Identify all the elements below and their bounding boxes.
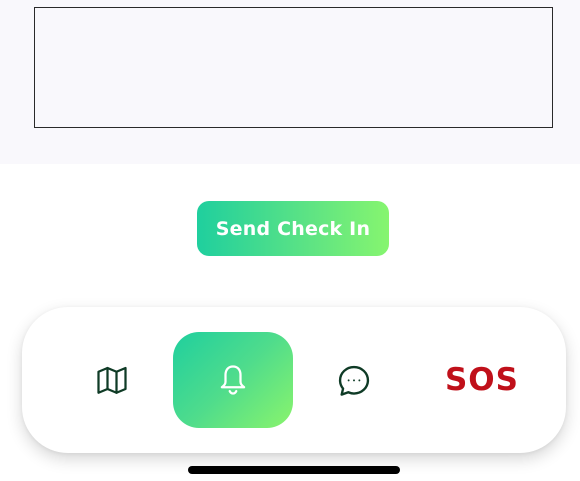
nav-sos-button[interactable]: SOS — [432, 357, 532, 403]
send-check-in-button[interactable]: Send Check In — [197, 201, 389, 256]
nav-map-button[interactable] — [92, 357, 132, 403]
bell-icon — [220, 365, 246, 395]
message-text-area[interactable] — [34, 7, 553, 128]
nav-chat-button[interactable] — [332, 360, 376, 402]
chat-bubble-icon — [338, 365, 370, 396]
nav-alerts-button[interactable] — [173, 332, 293, 428]
top-area — [0, 0, 580, 164]
sos-label: SOS — [444, 362, 519, 398]
home-indicator — [188, 466, 400, 474]
bottom-nav-bar: SOS — [22, 307, 566, 453]
map-icon — [97, 366, 127, 394]
